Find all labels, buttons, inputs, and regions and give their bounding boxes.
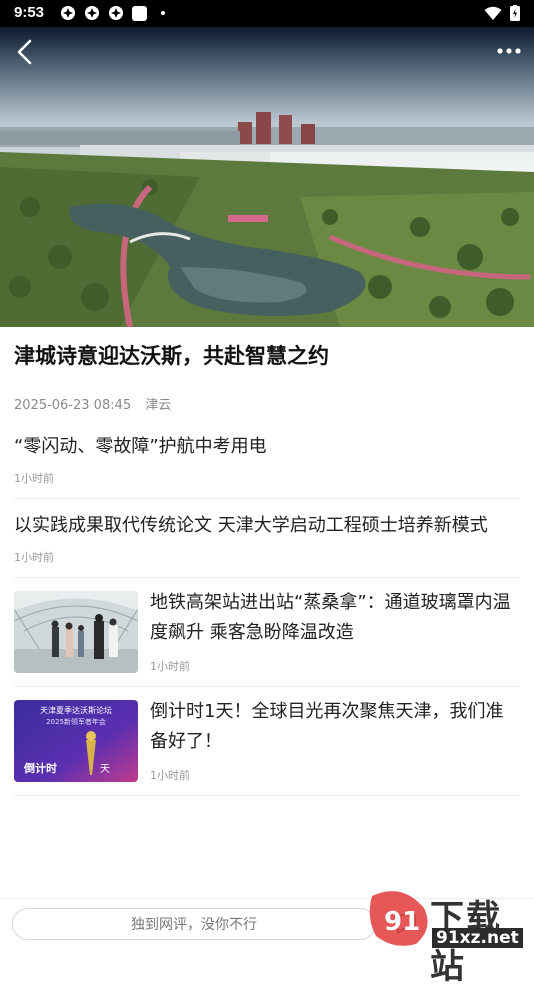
more-notifications-icon xyxy=(161,11,165,15)
wifi-icon xyxy=(484,6,502,20)
status-bar: 9:53 xyxy=(0,0,534,27)
news-item[interactable]: 天津夏季达沃斯论坛 2025新领军者年会 倒计时 天 倒计时1天！全球目光再次聚… xyxy=(14,687,520,796)
poster-line-4: 天 xyxy=(100,764,110,775)
news-time: 1小时前 xyxy=(150,769,190,782)
news-item[interactable]: 地铁高架站进出站“蒸桑拿”：通道玻璃罩内温度飙升 乘客急盼降温改造 1小时前 xyxy=(14,578,520,687)
news-text: 倒计时1天！全球目光再次聚焦天津，我们准备好了！ 1小时前 xyxy=(150,697,520,783)
news-time: 1小时前 xyxy=(14,551,54,564)
back-button[interactable] xyxy=(12,37,40,67)
article-source: 津云 xyxy=(145,398,172,413)
news-title: 以实践成果取代传统论文 天津大学启动工程硕士培养新模式 xyxy=(14,515,488,536)
hero-landscape-photo xyxy=(0,112,534,327)
more-options-button[interactable] xyxy=(496,41,522,61)
article-date: 2025-06-23 08:45 xyxy=(14,398,132,413)
system-icons xyxy=(484,5,520,21)
app-notification-icon xyxy=(132,5,147,21)
notification-icon xyxy=(109,6,123,20)
poster-line-1: 天津夏季达沃斯论坛 xyxy=(40,705,112,715)
news-time: 1小时前 xyxy=(150,660,190,673)
article-meta: 2025-06-23 08:45 津云 xyxy=(14,394,171,413)
news-title: 倒计时1天！全球目光再次聚焦天津，我们准备好了！ xyxy=(150,701,504,752)
comment-input[interactable]: 独到网评，没你不行 xyxy=(12,908,376,940)
news-title: 地铁高架站进出站“蒸桑拿”：通道玻璃罩内温度飙升 乘客急盼降温改造 xyxy=(150,592,511,643)
svg-text:91: 91 xyxy=(384,907,420,937)
battery-icon xyxy=(510,5,520,21)
notification-icons xyxy=(60,5,165,21)
article-title: 津城诗意迎达沃斯，共赴智慧之约 xyxy=(14,344,329,368)
news-text: 地铁高架站进出站“蒸桑拿”：通道玻璃罩内温度飙升 乘客急盼降温改造 1小时前 xyxy=(150,588,520,674)
poster-line-3: 倒计时 xyxy=(23,761,57,775)
news-thumbnail xyxy=(14,591,138,673)
notification-icon xyxy=(61,6,75,20)
news-item[interactable]: 以实践成果取代传统论文 天津大学启动工程硕士培养新模式 1小时前 xyxy=(14,499,520,578)
davos-countdown-poster: 天津夏季达沃斯论坛 2025新领军者年会 倒计时 天 xyxy=(14,700,138,782)
news-time: 1小时前 xyxy=(14,472,54,485)
poster-line-2: 2025新领军者年会 xyxy=(46,717,106,726)
news-title: “零闪动、零故障”护航中考用电 xyxy=(14,436,267,457)
metro-tunnel-photo xyxy=(14,591,138,673)
status-time: 9:53 xyxy=(14,4,45,21)
related-news-list: “零闪动、零故障”护航中考用电 1小时前 以实践成果取代传统论文 天津大学启动工… xyxy=(14,420,520,796)
news-item[interactable]: “零闪动、零故障”护航中考用电 1小时前 xyxy=(14,420,520,499)
news-thumbnail: 天津夏季达沃斯论坛 2025新领军者年会 倒计时 天 xyxy=(14,700,138,782)
watermark-url: 91xz.net xyxy=(432,928,523,948)
notification-icon xyxy=(85,6,99,20)
hero-image xyxy=(0,27,534,327)
